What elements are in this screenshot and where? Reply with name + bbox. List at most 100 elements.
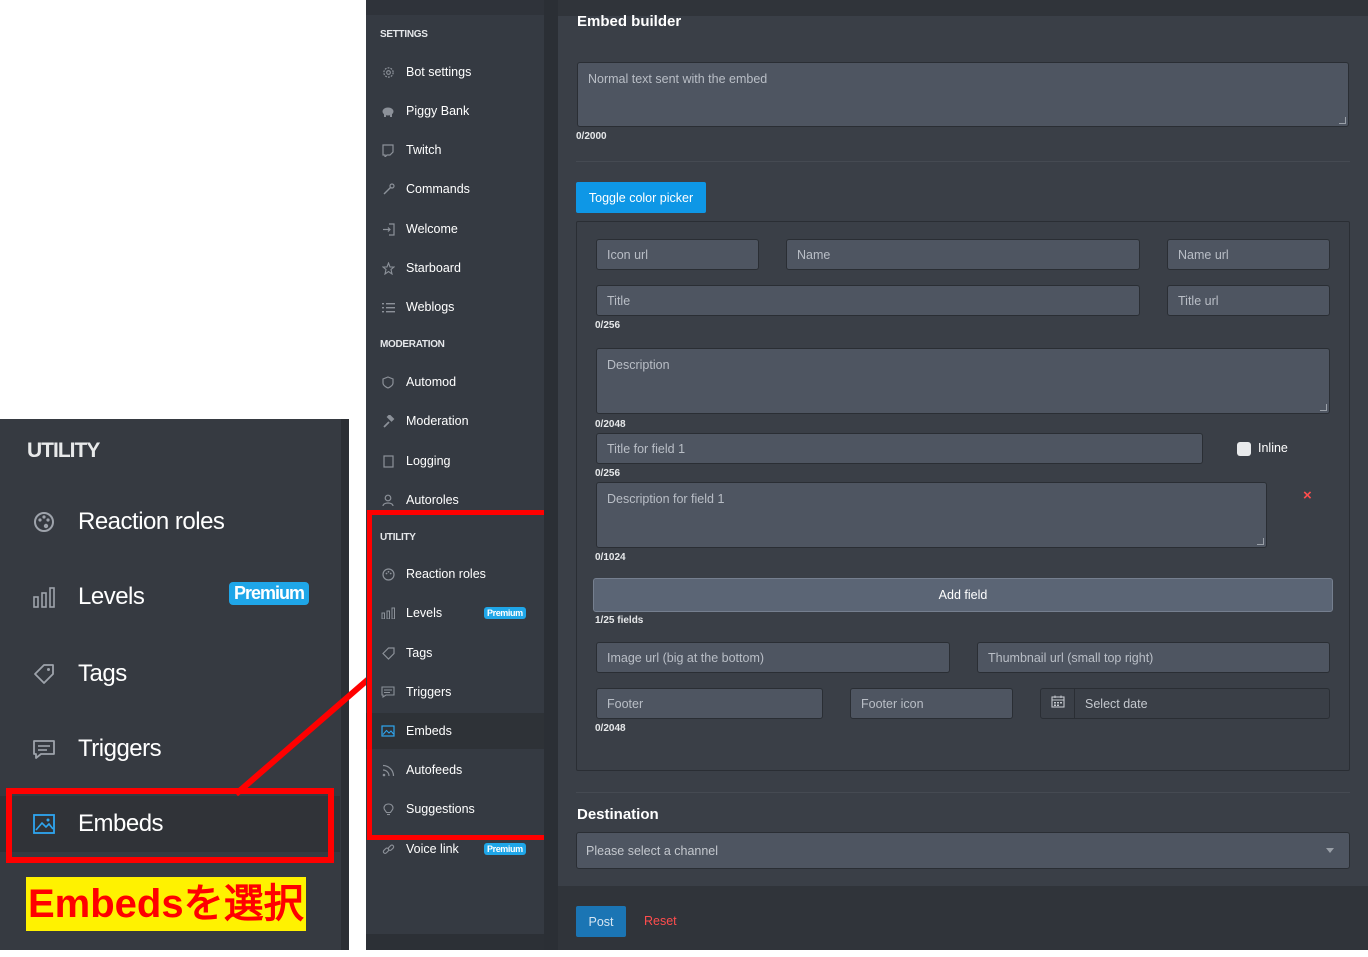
sidebar-divider (544, 0, 558, 950)
footer-input[interactable]: Footer (596, 688, 823, 719)
inset-item-label: Reaction roles (78, 508, 225, 535)
inline-checkbox-label: Inline (1258, 441, 1288, 455)
resize-handle[interactable] (1257, 538, 1264, 545)
sidebar-item-bot-settings[interactable]: Bot settings (366, 54, 544, 90)
palette-icon (30, 508, 58, 536)
tag-icon (381, 646, 395, 660)
sidebar-item-label: Twitch (406, 143, 442, 157)
sidebar-item-starboard[interactable]: Starboard (366, 250, 544, 286)
user-icon (381, 493, 395, 507)
sidebar-item-label: Levels (406, 606, 443, 620)
embed-description-textarea[interactable]: Description (596, 348, 1330, 414)
inset-section-heading: UTILITY (27, 439, 100, 462)
sidebar-item-label: Logging (406, 454, 451, 468)
icon-url-input[interactable]: Icon url (596, 239, 759, 270)
sidebar-item-moderation[interactable]: Moderation (366, 403, 544, 439)
divider-line (576, 792, 1350, 793)
sidebar-item-label: Triggers (406, 685, 452, 699)
inset-item-reaction-roles[interactable]: Reaction roles (0, 494, 340, 550)
sidebar: SETTINGS Bot settings Piggy Bank Twitch … (366, 0, 544, 950)
zoomed-sidebar-inset: UTILITY Reaction roles Levels Premium Ta… (0, 419, 349, 950)
select-placeholder: Please select a channel (586, 843, 719, 858)
sidebar-item-voice-link[interactable]: Voice link Premium (366, 831, 544, 867)
sidebar-item-twitch[interactable]: Twitch (366, 132, 544, 168)
input-placeholder: Icon url (607, 247, 648, 262)
palette-icon (381, 567, 395, 581)
author-name-input[interactable]: Name (786, 239, 1140, 270)
sidebar-bottom-strip (366, 934, 544, 950)
destination-title: Destination (577, 806, 659, 823)
sidebar-item-welcome[interactable]: Welcome (366, 211, 544, 247)
input-placeholder: Description (607, 358, 670, 372)
input-placeholder: Description for field 1 (607, 492, 725, 506)
inline-checkbox[interactable] (1237, 442, 1251, 456)
image-url-input[interactable]: Image url (big at the bottom) (596, 642, 950, 673)
title-url-input[interactable]: Title url (1167, 285, 1330, 316)
chat-icon (381, 685, 395, 699)
sidebar-item-label: Autofeeds (406, 763, 463, 777)
calendar-icon (1050, 695, 1065, 713)
sidebar-item-triggers[interactable]: Triggers (366, 674, 544, 710)
fields-count: 1/25 fields (595, 615, 644, 626)
author-url-input[interactable]: Name url (1167, 239, 1330, 270)
input-placeholder: Title (607, 293, 631, 308)
reset-button[interactable]: Reset (644, 914, 677, 928)
sidebar-item-automod[interactable]: Automod (366, 364, 544, 400)
sidebar-item-logging[interactable]: Logging (366, 443, 544, 479)
wrench-icon (381, 182, 395, 196)
star-icon (381, 261, 395, 275)
sidebar-item-commands[interactable]: Commands (366, 171, 544, 207)
sidebar-item-label: Starboard (406, 261, 461, 275)
thumbnail-url-input[interactable]: Thumbnail url (small top right) (977, 642, 1330, 673)
inset-item-label: Levels (78, 583, 145, 610)
sidebar-item-suggestions[interactable]: Suggestions (366, 791, 544, 827)
sidebar-item-label: Suggestions (406, 802, 475, 816)
rss-icon (381, 763, 395, 777)
image-icon (381, 724, 395, 738)
sidebar-item-label: Bot settings (406, 65, 472, 79)
remove-field-icon[interactable]: × (1303, 487, 1312, 504)
field-description-textarea[interactable]: Description for field 1 (596, 482, 1267, 548)
sidebar-item-levels[interactable]: Levels Premium (366, 595, 544, 631)
action-footer (558, 886, 1368, 950)
toggle-color-picker-button[interactable]: Toggle color picker (576, 182, 706, 213)
twitch-icon (381, 143, 395, 157)
inset-scrollbar (341, 419, 349, 950)
field-title-input[interactable]: Title for field 1 (596, 433, 1203, 464)
inset-item-levels[interactable]: Levels Premium (0, 569, 340, 625)
input-placeholder: Title url (1178, 293, 1219, 308)
footer-icon-input[interactable]: Footer icon (850, 688, 1013, 719)
inset-highlight-box (6, 788, 334, 863)
post-button[interactable]: Post (576, 906, 626, 937)
bar-chart-icon (381, 606, 395, 620)
hammer-icon (381, 414, 395, 428)
resize-handle[interactable] (1339, 117, 1346, 124)
channel-select[interactable]: Please select a channel (576, 832, 1350, 869)
inset-item-tags[interactable]: Tags (0, 646, 340, 702)
input-placeholder: Footer (607, 696, 644, 711)
embed-title-input[interactable]: Title (596, 285, 1140, 316)
sidebar-item-autoroles[interactable]: Autoroles (366, 482, 544, 518)
resize-handle[interactable] (1320, 404, 1327, 411)
sidebar-item-reaction-roles[interactable]: Reaction roles (366, 556, 544, 592)
message-textarea[interactable]: Normal text sent with the embed (577, 62, 1349, 127)
sidebar-item-embeds[interactable]: Embeds (366, 713, 544, 749)
sidebar-item-weblogs[interactable]: Weblogs (366, 289, 544, 325)
input-placeholder: Name url (1178, 247, 1229, 262)
sidebar-item-label: Weblogs (406, 300, 455, 314)
date-picker-input[interactable]: Select date (1074, 688, 1330, 719)
sidebar-item-label: Welcome (406, 222, 458, 236)
calendar-button[interactable] (1040, 688, 1075, 719)
sidebar-item-autofeeds[interactable]: Autofeeds (366, 752, 544, 788)
sidebar-item-label: Moderation (406, 414, 469, 428)
section-heading-settings: SETTINGS (380, 29, 428, 40)
message-char-count: 0/2000 (576, 131, 607, 142)
input-placeholder: Thumbnail url (small top right) (988, 650, 1154, 665)
sidebar-item-piggy-bank[interactable]: Piggy Bank (366, 93, 544, 129)
input-placeholder: Title for field 1 (607, 441, 686, 456)
sidebar-item-tags[interactable]: Tags (366, 635, 544, 671)
add-field-button[interactable]: Add field (593, 578, 1333, 612)
chat-icon (30, 735, 58, 763)
inset-item-triggers[interactable]: Triggers (0, 721, 340, 777)
input-placeholder: Select date (1085, 696, 1148, 711)
